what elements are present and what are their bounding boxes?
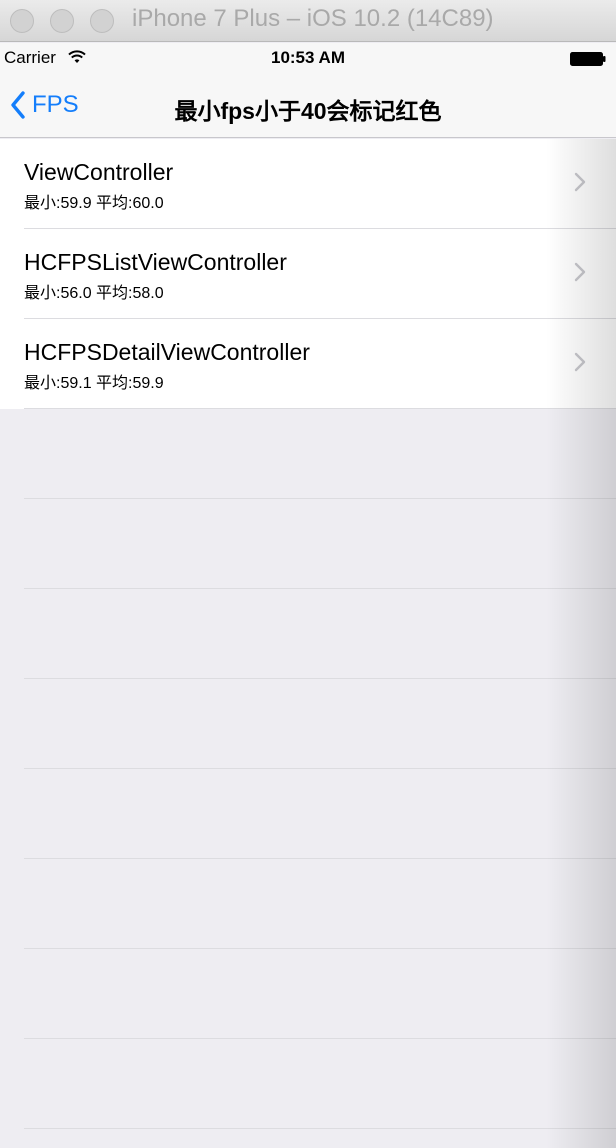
status-bar: Carrier 10:53 AM — [0, 43, 616, 72]
table-row[interactable]: HCFPSListViewController 最小:56.0 平均:58.0 — [0, 229, 616, 319]
empty-row — [0, 679, 616, 769]
row-title: HCFPSDetailViewController — [24, 339, 310, 365]
empty-row — [0, 589, 616, 679]
row-subtitle: 最小:56.0 平均:58.0 — [24, 285, 164, 302]
chevron-right-icon — [574, 172, 586, 192]
empty-row — [0, 769, 616, 859]
row-title: ViewController — [24, 159, 174, 185]
table-row[interactable]: HCFPSDetailViewController 最小:59.1 平均:59.… — [0, 319, 616, 409]
status-time: 10:53 AM — [270, 48, 345, 67]
empty-row — [0, 499, 616, 589]
controller-fps-table: ViewController 最小:59.9 平均:60.0 HCFPSList… — [0, 139, 616, 1129]
battery-icon — [570, 51, 606, 71]
empty-row — [0, 949, 616, 1039]
simulator-titlebar: iPhone 7 Plus – iOS 10.2 (14C89) — [0, 0, 616, 42]
chevron-right-icon — [574, 262, 586, 282]
empty-row — [0, 1039, 616, 1129]
minimize-window-button[interactable] — [50, 9, 74, 33]
close-window-button[interactable] — [10, 9, 34, 33]
empty-row — [0, 859, 616, 949]
empty-row — [0, 409, 616, 499]
chevron-right-icon — [574, 352, 586, 372]
page-title: 最小fps小于40会标记红色 — [174, 98, 442, 124]
row-title: HCFPSListViewController — [24, 249, 287, 275]
zoom-window-button[interactable] — [90, 9, 114, 33]
table-row[interactable]: ViewController 最小:59.9 平均:60.0 — [0, 139, 616, 229]
window-title: iPhone 7 Plus – iOS 10.2 (14C89) — [132, 5, 494, 32]
row-separator — [24, 1128, 616, 1129]
row-subtitle: 最小:59.1 平均:59.9 — [24, 375, 164, 392]
row-subtitle: 最小:59.9 平均:60.0 — [24, 195, 164, 212]
navigation-bar: FPS 最小fps小于40会标记红色 — [0, 72, 616, 138]
